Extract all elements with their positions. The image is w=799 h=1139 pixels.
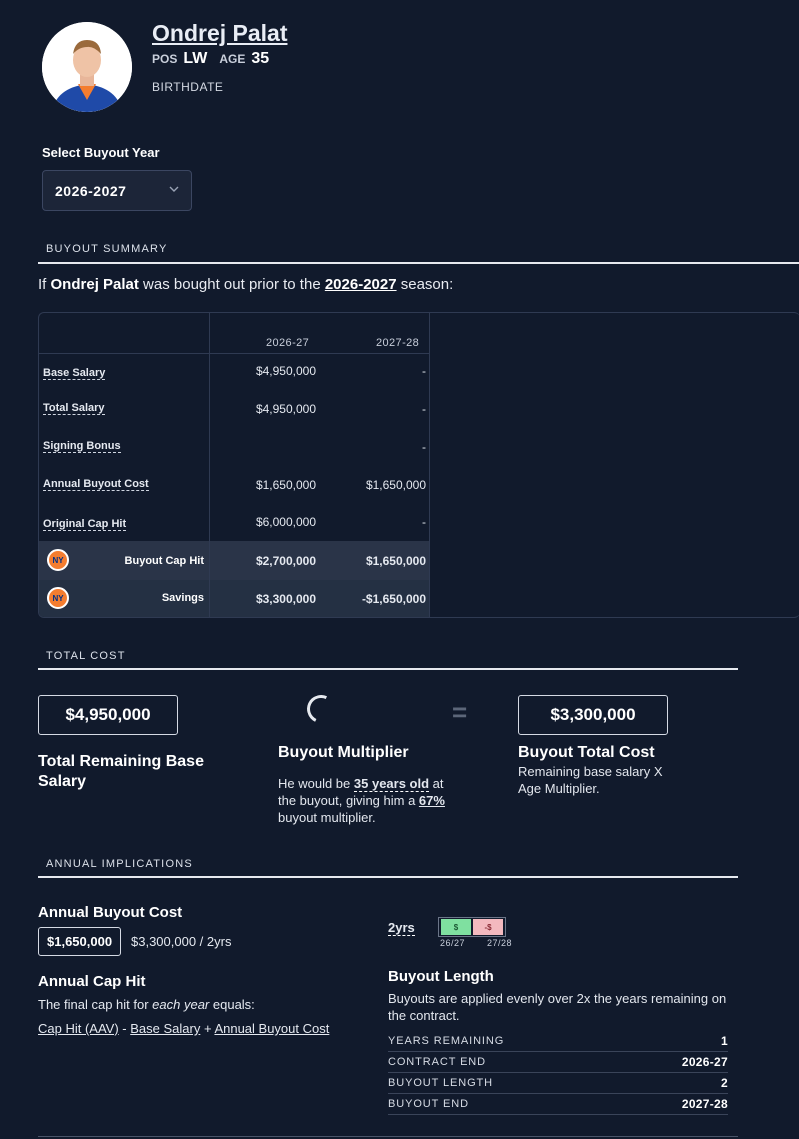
player-photo-icon <box>42 22 132 112</box>
annual-implications-heading: ANNUAL IMPLICATIONS <box>46 858 193 870</box>
cap-hit-formula: Cap Hit (AAV) - Base Salary + Annual Buy… <box>38 1021 330 1036</box>
timeline-year: 26/27 <box>440 938 466 948</box>
birthdate-label: BIRTHDATE <box>152 80 224 94</box>
divider <box>38 262 799 264</box>
buyout-multiplier-title: Buyout Multiplier <box>278 744 409 761</box>
column-header: 2027-28 <box>376 337 420 349</box>
islanders-logo-icon: NY <box>47 587 69 609</box>
chevron-down-icon <box>169 183 179 197</box>
intro-player-name: Ondrej Palat <box>50 276 139 293</box>
table-header-divider <box>39 353 429 354</box>
age-value: 35 <box>251 50 270 67</box>
row-label-signing-bonus[interactable]: Signing Bonus <box>43 440 121 453</box>
pos-label: POS <box>152 52 178 66</box>
pos-value: LW <box>183 50 208 67</box>
table-right-border <box>429 313 430 617</box>
formula-cap-hit-link[interactable]: Cap Hit (AAV) <box>38 1021 119 1036</box>
stat-buyout-end: BUYOUT END 2027-28 <box>388 1094 728 1115</box>
timeline-bar-positive: $ <box>441 919 471 935</box>
age-at-buyout[interactable]: 35 years old <box>353 776 430 792</box>
buyout-total-title: Buyout Total Cost <box>518 744 655 761</box>
years-label[interactable]: 2yrs <box>388 920 415 936</box>
buyout-summary-heading: BUYOUT SUMMARY <box>46 243 168 255</box>
table-cell: $3,300,000 <box>255 592 316 606</box>
formula-annual-buyout-link[interactable]: Annual Buyout Cost <box>214 1021 329 1036</box>
buyout-year-value: 2026-2027 <box>55 182 127 199</box>
multiplier-percent: 67% <box>418 793 445 808</box>
player-name[interactable]: Ondrej Palat <box>152 20 287 47</box>
stat-contract-end: CONTRACT END 2026-27 <box>388 1052 728 1073</box>
player-avatar <box>42 22 132 112</box>
player-meta: POS LW AGE 35 <box>152 50 269 68</box>
annual-cap-hit-title: Annual Cap Hit <box>38 973 146 990</box>
table-cell: $4,950,000 <box>255 402 316 416</box>
buyout-summary-table: 2026-27 2027-28 Base Salary $4,950,000 -… <box>38 312 799 618</box>
stat-buyout-length: BUYOUT LENGTH 2 <box>388 1073 728 1094</box>
table-cell: $1,650,000 <box>365 554 426 568</box>
table-cell: $2,700,000 <box>255 554 316 568</box>
row-label-annual-buyout-cost[interactable]: Annual Buyout Cost <box>43 478 149 491</box>
row-label-buyout-cap-hit: Buyout Cap Hit <box>124 555 204 567</box>
divider <box>38 668 738 670</box>
islanders-logo-icon: NY <box>47 549 69 571</box>
buyout-multiplier-text: He would be 35 years old at the buyout, … <box>278 776 445 825</box>
table-cell: - <box>422 515 426 529</box>
buyout-total-value: $3,300,000 <box>518 695 668 735</box>
buyout-year-select[interactable]: 2026-2027 <box>42 170 192 211</box>
table-column-divider <box>209 313 210 617</box>
table-cell: $1,650,000 <box>255 478 316 492</box>
stat-years-remaining: YEARS REMAINING 1 <box>388 1031 728 1052</box>
remaining-salary-value: $4,950,000 <box>38 695 178 735</box>
annual-buyout-cost-value: $1,650,000 <box>38 927 122 956</box>
formula-base-salary-link[interactable]: Base Salary <box>130 1021 200 1036</box>
divider <box>38 876 738 878</box>
age-label: AGE <box>219 52 246 66</box>
table-cell: - <box>422 440 426 454</box>
row-label-original-cap-hit[interactable]: Original Cap Hit <box>43 518 127 531</box>
buyout-total-text: Remaining base salary X Age Multiplier. <box>518 764 663 796</box>
annual-buyout-cost-detail: $3,300,000 / 2yrs <box>131 934 232 949</box>
divider <box>38 1136 738 1137</box>
summary-intro: If Ondrej Palat was bought out prior to … <box>38 276 454 293</box>
annual-buyout-cost-title: Annual Buyout Cost <box>38 904 183 921</box>
select-year-label: Select Buyout Year <box>42 145 160 160</box>
timeline-bar-negative: -$ <box>473 919 503 935</box>
row-label-base-salary[interactable]: Base Salary <box>43 367 106 380</box>
annual-cap-hit-text: The final cap hit for each year equals: <box>38 997 255 1012</box>
buyout-length-title: Buyout Length <box>388 968 494 985</box>
intro-year: 2026-2027 <box>324 276 397 293</box>
row-label-savings: Savings <box>161 592 204 604</box>
buyout-length-text: Buyouts are applied evenly over 2x the y… <box>388 991 727 1023</box>
timeline-year: 27/28 <box>487 938 513 948</box>
loading-spinner-icon <box>303 691 339 727</box>
table-cell: - <box>422 402 426 416</box>
column-header: 2026-27 <box>266 337 310 349</box>
table-cell: $1,650,000 <box>365 478 426 492</box>
table-cell: -$1,650,000 <box>361 592 426 606</box>
remaining-salary-title: Total Remaining Base Salary <box>38 753 204 790</box>
table-cell: - <box>422 364 426 378</box>
total-cost-heading: TOTAL COST <box>46 650 126 662</box>
row-label-total-salary[interactable]: Total Salary <box>43 402 105 415</box>
equals-icon: = <box>452 697 468 727</box>
table-cell: $6,000,000 <box>255 515 316 529</box>
table-cell: $4,950,000 <box>255 364 316 378</box>
